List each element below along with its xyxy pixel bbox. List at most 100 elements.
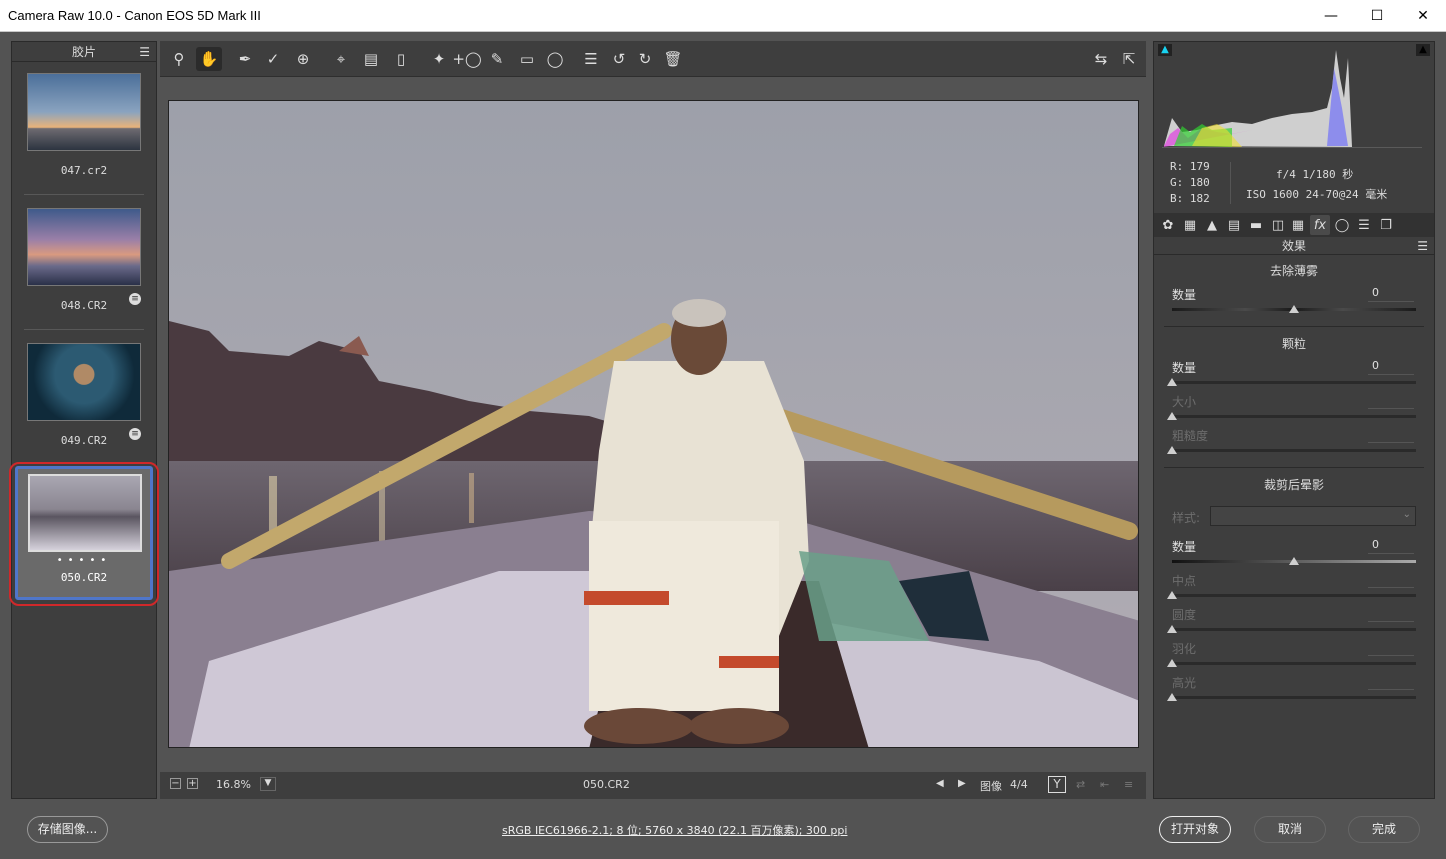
- image-counter: 4/4: [1010, 778, 1028, 791]
- zoom-icon[interactable]: ⚲: [166, 47, 192, 71]
- graduated-filter-icon[interactable]: ▭: [514, 47, 540, 71]
- thumbnail-image: [27, 208, 141, 286]
- hand-icon[interactable]: ✋: [196, 47, 222, 71]
- divider: [24, 329, 144, 330]
- workflow-options-link[interactable]: sRGB IEC61966-2.1; 8 位; 5760 x 3840 (22.…: [502, 822, 847, 838]
- slider-value-field[interactable]: 0: [1368, 286, 1414, 302]
- transform-icon[interactable]: ▯: [388, 47, 414, 71]
- slider-label: 数量: [1172, 540, 1197, 554]
- slider-track: [1172, 662, 1416, 665]
- rotate-cw-icon[interactable]: ↻: [632, 47, 658, 71]
- grain-section-title: 颗粒: [1281, 337, 1306, 351]
- rating-dots[interactable]: •••••: [18, 555, 150, 566]
- tool-bar: ⚲ ✋ ✒ ✓ ⊕ ⌖ ▤ ▯ ✦ +◯ ✎ ▭ ◯ ☰ ↺ ↻ 🗑 ⇆ ⇱: [160, 41, 1146, 77]
- save-image-button[interactable]: 存储图像...: [27, 816, 108, 843]
- toggle-settings-icon[interactable]: ≡: [1124, 778, 1133, 791]
- slider-value-field: [1368, 606, 1414, 622]
- radial-filter-icon[interactable]: ◯: [542, 47, 568, 71]
- zoom-dropdown-icon[interactable]: ▼: [260, 777, 276, 791]
- panel-menu-icon[interactable]: ☰: [1417, 237, 1428, 255]
- status-filename: 050.CR2: [583, 778, 630, 791]
- rotate-ccw-icon[interactable]: ↺: [606, 47, 632, 71]
- previous-image-icon[interactable]: ◀: [936, 778, 944, 789]
- vignette-amount-slider[interactable]: 数量 0: [1172, 538, 1416, 572]
- grain-size-slider[interactable]: 大小: [1167, 393, 1416, 427]
- zoom-in-button[interactable]: +: [187, 778, 198, 789]
- filmstrip-item-049[interactable]: ≡ 049.CR2: [15, 336, 153, 464]
- trash-icon[interactable]: 🗑: [660, 47, 686, 71]
- snapshots-tab-icon[interactable]: ❐: [1376, 215, 1396, 235]
- color-sampler-icon[interactable]: ✓: [260, 47, 286, 71]
- red-value: R: 179: [1170, 160, 1210, 173]
- chevron-down-icon: ⌄: [1402, 509, 1411, 520]
- open-object-button[interactable]: 打开对象: [1159, 816, 1231, 843]
- grain-roughness-slider[interactable]: 粗糙度: [1167, 427, 1416, 461]
- detail-tab-icon[interactable]: ▲: [1202, 215, 1222, 235]
- vignette-highlights-slider[interactable]: 高光: [1167, 674, 1416, 708]
- effects-tab-icon[interactable]: fx: [1310, 215, 1330, 235]
- done-button[interactable]: 完成: [1348, 816, 1420, 843]
- zoom-out-button[interactable]: −: [170, 778, 181, 789]
- image-label: 图像: [980, 780, 1002, 793]
- basic-tab-icon[interactable]: ✿: [1158, 215, 1178, 235]
- thumbnail-label: 049.CR2: [60, 434, 108, 447]
- dehaze-amount-slider[interactable]: 数量 0: [1172, 286, 1416, 320]
- minimize-icon[interactable]: —: [1308, 0, 1354, 32]
- dehaze-section-title: 去除薄雾: [1269, 264, 1318, 278]
- lens-corrections-tab-icon[interactable]: ◫: [1268, 215, 1288, 235]
- slider-thumb[interactable]: [1289, 305, 1299, 313]
- slider-thumb[interactable]: [1289, 557, 1299, 565]
- style-dropdown[interactable]: ⌄: [1210, 506, 1416, 526]
- thumbnail-label: 047.cr2: [60, 164, 108, 177]
- slider-thumb: [1167, 446, 1177, 454]
- fullscreen-icon[interactable]: ⇱: [1116, 47, 1142, 71]
- thumbnail-label: 048.CR2: [60, 299, 108, 312]
- close-icon[interactable]: ✕: [1400, 0, 1446, 32]
- vignette-midpoint-slider[interactable]: 中点: [1167, 572, 1416, 606]
- crop-icon[interactable]: ⌖: [328, 47, 354, 71]
- before-after-toggle[interactable]: Y: [1048, 776, 1066, 793]
- slider-value-field[interactable]: 0: [1368, 538, 1414, 554]
- divider: [24, 194, 144, 195]
- cancel-button[interactable]: 取消: [1254, 816, 1326, 843]
- slider-thumb[interactable]: [1167, 378, 1177, 386]
- filmstrip-item-048[interactable]: ≡ 048.CR2: [15, 201, 153, 329]
- target-adjust-icon[interactable]: ⊕: [290, 47, 316, 71]
- slider-value-field: [1368, 427, 1414, 443]
- slider-track: [1172, 696, 1416, 699]
- thumbnail-image: [28, 474, 142, 552]
- zoom-level: 16.8%: [216, 778, 251, 791]
- slider-label: 数量: [1172, 288, 1197, 302]
- slider-track[interactable]: [1172, 381, 1416, 384]
- preview-area[interactable]: [160, 77, 1146, 770]
- style-label: 样式:: [1172, 511, 1201, 525]
- spot-removal-icon[interactable]: ✦: [426, 47, 452, 71]
- info-readout: R: 179 G: 180 B: 182 f/4 1/180 秒 ISO 160…: [1154, 160, 1434, 212]
- filmstrip-item-050[interactable]: ••••• 050.CR2: [15, 466, 153, 600]
- vignette-roundness-slider[interactable]: 圆度: [1167, 606, 1416, 640]
- presets-tab-icon[interactable]: ☰: [1354, 215, 1374, 235]
- hsl-tab-icon[interactable]: ▤: [1224, 215, 1244, 235]
- split-toning-tab-icon[interactable]: ▬: [1246, 215, 1266, 235]
- filmstrip-item-047[interactable]: 047.cr2: [15, 66, 153, 194]
- red-eye-icon[interactable]: +◯: [452, 47, 481, 71]
- maximize-icon[interactable]: ☐: [1354, 0, 1400, 32]
- transform-tab-icon[interactable]: ▦: [1288, 215, 1308, 235]
- slider-value-field[interactable]: 0: [1368, 359, 1414, 375]
- straighten-icon[interactable]: ▤: [358, 47, 384, 71]
- slider-track: [1172, 415, 1416, 418]
- tone-curve-tab-icon[interactable]: ▦: [1180, 215, 1200, 235]
- filmstrip-title: 胶片: [71, 45, 96, 59]
- vignette-section-title: 裁剪后晕影: [1263, 478, 1324, 492]
- next-image-icon[interactable]: ▶: [958, 778, 966, 789]
- grain-amount-slider[interactable]: 数量 0: [1167, 359, 1416, 393]
- adjustment-brush-icon[interactable]: ✎: [484, 47, 510, 71]
- cycle-view-icon[interactable]: ⇆: [1088, 47, 1114, 71]
- vignette-feather-slider[interactable]: 羽化: [1167, 640, 1416, 674]
- camera-calibration-tab-icon[interactable]: ◯: [1332, 215, 1352, 235]
- copy-settings-icon[interactable]: ⇤: [1100, 778, 1109, 791]
- swap-settings-icon[interactable]: ⇄: [1076, 778, 1085, 791]
- white-balance-icon[interactable]: ✒: [232, 47, 258, 71]
- preferences-icon[interactable]: ☰: [578, 47, 604, 71]
- filmstrip-menu-icon[interactable]: ☰: [139, 42, 150, 62]
